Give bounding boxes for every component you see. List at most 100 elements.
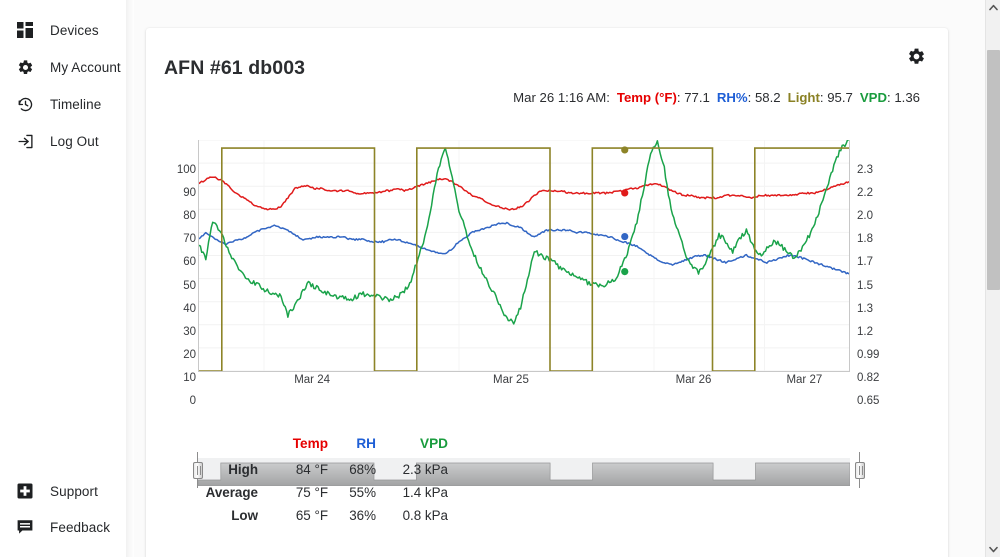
settings-gear-button[interactable]: [904, 44, 928, 68]
sidebar-item-label: Devices: [50, 22, 99, 38]
chevron-up-icon: [989, 4, 998, 11]
stats-cell-vpd: 1.4 kPa: [402, 485, 448, 500]
chevron-down-icon: [989, 546, 998, 553]
table-header-row: Temp RH VPD: [164, 432, 448, 458]
series-line-rh: [199, 221, 849, 275]
x-tick-label: Mar 25: [493, 374, 529, 386]
scrollbar-up-button[interactable]: [986, 0, 1000, 15]
y-tick-right: 1.3: [857, 302, 873, 315]
chart-tooltip-readout: Mar 26 1:16 AM: Temp (°F): 77.1 RH%: 58.2 L…: [164, 90, 930, 110]
y-tick-left: 80: [183, 210, 196, 223]
sensor-timeseries-chart[interactable]: 0 10 20 30 40 50 60 70 80 90 100 0.65 0.82 0.99 1.2 1.…: [160, 110, 934, 488]
tooltip-value: 1.36: [894, 90, 920, 105]
stats-cell-rh: 36%: [349, 508, 376, 523]
stats-cell-rh: 55%: [349, 485, 376, 500]
y-tick-left: 50: [183, 279, 196, 292]
y-tick-right: 0.99: [857, 348, 880, 361]
y-tick-right: 0.65: [857, 395, 880, 407]
hover-marker: [621, 232, 629, 241]
sidebar-item-label: Timeline: [50, 96, 102, 112]
tooltip-entry-vpd: VPD: 1.36: [860, 90, 920, 105]
sidebar-primary-nav: Devices My Account Timeline Log Out: [0, 6, 134, 160]
y-tick-right: 1.5: [857, 279, 873, 292]
stats-col-vpd: VPD: [420, 436, 448, 451]
scrollbar-down-button[interactable]: [986, 542, 1000, 557]
gear-icon: [908, 48, 924, 64]
sidebar-item-label: My Account: [50, 59, 121, 75]
y-tick-right: 2.2: [857, 187, 873, 200]
sidebar-item-label: Log Out: [50, 133, 99, 149]
gear-icon: [14, 56, 36, 78]
hover-marker: [621, 146, 629, 154]
chart-plot-area[interactable]: [198, 140, 850, 372]
y-axis-left: 0 10 20 30 40 50 60 70 80 90 100: [160, 140, 196, 407]
y-tick-left: 0: [189, 395, 196, 407]
chart-series-svg: [199, 140, 849, 371]
handle-grip: [855, 462, 865, 479]
sidebar-item-my-account[interactable]: My Account: [0, 49, 134, 85]
y-tick-right: 1.2: [857, 325, 873, 338]
sidebar-item-label: Feedback: [50, 519, 111, 535]
y-tick-left: 20: [183, 348, 196, 361]
sidebar: Devices My Account Timeline Log Out Supp…: [0, 0, 134, 557]
feedback-bubble-icon: [14, 516, 36, 538]
stats-cell-temp: 84 °F: [295, 462, 328, 477]
stats-corner-cell: [164, 432, 264, 458]
sidebar-item-devices[interactable]: Devices: [0, 12, 134, 48]
tooltip-value: 58.2: [754, 90, 781, 105]
y-tick-left: 90: [183, 187, 196, 200]
stats-col-rh: RH: [356, 436, 376, 451]
stats-table-head: Temp RH VPD: [164, 432, 448, 458]
tooltip-sep: :: [747, 90, 755, 105]
stats-cell-rh: 68%: [349, 462, 376, 477]
table-row: Low 65 °F 36% 0.8 kPa: [164, 504, 448, 527]
table-row: High 84 °F 68% 2.3 kPa: [164, 458, 448, 481]
y-tick-right: 2.0: [857, 210, 873, 223]
stats-col-temp: Temp: [292, 436, 328, 451]
tooltip-timestamp: Mar 26 1:16 AM:: [513, 90, 610, 105]
tooltip-entry-rh: RH%: 58.2: [717, 90, 781, 105]
sidebar-item-log-out[interactable]: Log Out: [0, 123, 134, 159]
tooltip-key: Temp (°F): [616, 90, 677, 105]
tooltip-entry-temp: Temp (°F): 77.1: [617, 90, 710, 105]
page-scrollbar[interactable]: [985, 0, 1000, 557]
y-tick-left: 30: [183, 325, 196, 338]
y-tick-left: 60: [183, 256, 196, 269]
tooltip-value: 95.7: [827, 90, 853, 105]
stats-cell-vpd: 0.8 kPa: [402, 508, 448, 523]
device-detail-card: AFN #61 db003 Mar 26 1:16 AM: Temp (°F): …: [146, 28, 948, 557]
sidebar-item-timeline[interactable]: Timeline: [0, 86, 134, 122]
sidebar-item-label: Support: [50, 483, 98, 499]
x-tick-label: Mar 27: [786, 374, 823, 386]
stats-table-body: High 84 °F 68% 2.3 kPa Average 75 °F 55%…: [164, 458, 448, 527]
y-tick-right: 2.3: [857, 164, 873, 176]
page-title: AFN #61 db003: [164, 57, 306, 80]
table-row: Average 75 °F 55% 1.4 kPa: [164, 481, 448, 504]
series-line-tempf: [199, 176, 849, 211]
dashboard-grid-icon: [14, 19, 36, 41]
stats-cell-vpd: 2.3 kPa: [402, 462, 448, 477]
sidebar-item-support[interactable]: Support: [0, 473, 134, 509]
logout-arrow-icon: [14, 130, 36, 152]
y-tick-right: 0.82: [857, 371, 880, 384]
sidebar-item-feedback[interactable]: Feedback: [0, 509, 134, 545]
navigator-handle-right[interactable]: [855, 452, 865, 488]
tooltip-entry-light: Light: 95.7: [788, 90, 853, 105]
stats-row-label: Average: [205, 485, 258, 500]
tooltip-key: RH%: [716, 90, 748, 105]
stats-cell-temp: 75 °F: [295, 485, 328, 500]
hover-marker: [621, 189, 629, 197]
hover-marker: [621, 268, 629, 276]
sidebar-secondary-nav: Support Feedback: [0, 473, 134, 545]
y-axis-right-vpd: 0.65 0.82 0.99 1.2 1.3 1.5 1.7 1.8 2.0 2.2 2.3: [852, 140, 896, 407]
y-tick-right: 1.7: [857, 256, 873, 269]
scrollbar-thumb[interactable]: [987, 50, 1000, 290]
tooltip-key: Light: [787, 90, 820, 105]
tooltip-value: 77.1: [684, 90, 710, 105]
page-root: Devices My Account Timeline Log Out Supp…: [0, 0, 1000, 557]
x-tick-label: Mar 24: [294, 374, 330, 386]
stats-row-label: High: [228, 462, 258, 477]
plus-box-icon: [14, 480, 36, 502]
y-tick-left: 70: [183, 233, 196, 246]
x-axis-labels: Mar 24 Mar 25 Mar 26 Mar 27: [198, 374, 850, 392]
